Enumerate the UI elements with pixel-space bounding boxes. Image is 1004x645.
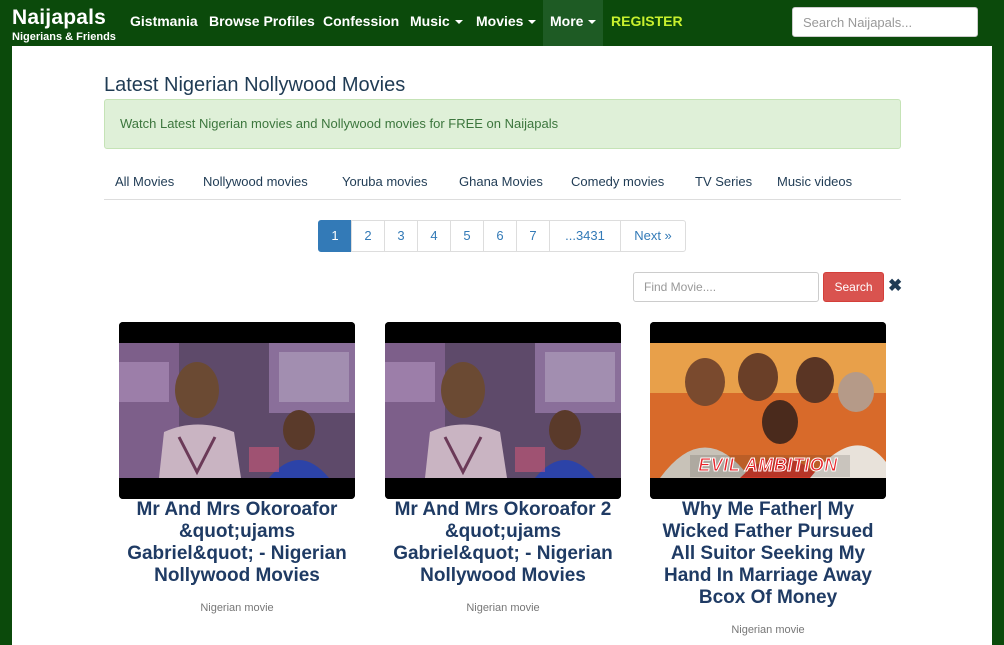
- pagination: 1 2 3 4 5 6 7 ...3431 Next »: [318, 220, 686, 252]
- movie-thumbnail[interactable]: [119, 322, 355, 499]
- page-link-2[interactable]: 2: [351, 220, 385, 252]
- nav-more[interactable]: More: [543, 0, 603, 46]
- page-link-5[interactable]: 5: [450, 220, 484, 252]
- brand-logo[interactable]: Naijapals Nigerians & Friends: [12, 6, 116, 44]
- movie-card: EVIL AMBITION Why Me Father| My Wicked F…: [650, 322, 886, 636]
- tab-comedy-movies[interactable]: Comedy movies: [571, 174, 664, 189]
- tab-nollywood-movies[interactable]: Nollywood movies: [203, 174, 308, 189]
- category-tabs: All Movies Nollywood movies Yoruba movie…: [104, 164, 901, 200]
- page-link-1[interactable]: 1: [318, 220, 352, 252]
- nav-browse-profiles[interactable]: Browse Profiles: [209, 0, 315, 46]
- poster-text: EVIL AMBITION: [698, 455, 838, 476]
- movie-category: Nigerian movie: [731, 624, 805, 636]
- page-link-3[interactable]: 3: [384, 220, 418, 252]
- nav-music[interactable]: Music: [410, 0, 463, 46]
- page-title: Latest Nigerian Nollywood Movies: [104, 74, 406, 96]
- close-icon[interactable]: ✖: [888, 276, 902, 296]
- movie-card: Mr And Mrs Okoroafor 2 &quot;ujams Gabri…: [385, 322, 621, 614]
- nav-movies[interactable]: Movies: [476, 0, 537, 46]
- movie-thumbnail[interactable]: [385, 322, 621, 499]
- tab-yoruba-movies[interactable]: Yoruba movies: [342, 174, 428, 189]
- nav-gistmania[interactable]: Gistmania: [130, 0, 198, 46]
- top-navbar: Naijapals Nigerians & Friends Gistmania …: [0, 0, 1004, 46]
- page-link-last[interactable]: ...3431: [549, 220, 621, 252]
- movie-title[interactable]: Mr And Mrs Okoroafor &quot;ujams Gabriel…: [119, 499, 355, 587]
- tab-ghana-movies[interactable]: Ghana Movies: [459, 174, 543, 189]
- tab-all-movies[interactable]: All Movies: [115, 174, 174, 189]
- movie-search-input[interactable]: [633, 272, 819, 302]
- main-panel: Latest Nigerian Nollywood Movies Watch L…: [12, 46, 992, 645]
- page-link-7[interactable]: 7: [516, 220, 550, 252]
- movie-category: Nigerian movie: [200, 602, 274, 614]
- chevron-down-icon: [528, 20, 537, 25]
- info-notice: Watch Latest Nigerian movies and Nollywo…: [104, 99, 901, 149]
- movie-thumbnail[interactable]: EVIL AMBITION: [650, 322, 886, 499]
- tab-tv-series[interactable]: TV Series: [695, 174, 752, 189]
- movie-search-button[interactable]: Search: [823, 272, 884, 302]
- page-next[interactable]: Next »: [620, 220, 686, 252]
- movie-title[interactable]: Why Me Father| My Wicked Father Pursued …: [650, 499, 886, 609]
- tab-music-videos[interactable]: Music videos: [777, 174, 852, 189]
- movie-category: Nigerian movie: [466, 602, 540, 614]
- chevron-down-icon: [454, 20, 463, 25]
- chevron-down-icon: [588, 20, 597, 25]
- movie-title[interactable]: Mr And Mrs Okoroafor 2 &quot;ujams Gabri…: [385, 499, 621, 587]
- page-link-4[interactable]: 4: [417, 220, 451, 252]
- brand-tagline: Nigerians & Friends: [12, 31, 116, 43]
- nav-register[interactable]: REGISTER: [611, 0, 683, 46]
- site-search-input[interactable]: [792, 7, 978, 37]
- movie-card: Mr And Mrs Okoroafor &quot;ujams Gabriel…: [119, 322, 355, 614]
- brand-name: Naijapals: [12, 6, 107, 29]
- nav-confession[interactable]: Confession: [323, 0, 399, 46]
- page-link-6[interactable]: 6: [483, 220, 517, 252]
